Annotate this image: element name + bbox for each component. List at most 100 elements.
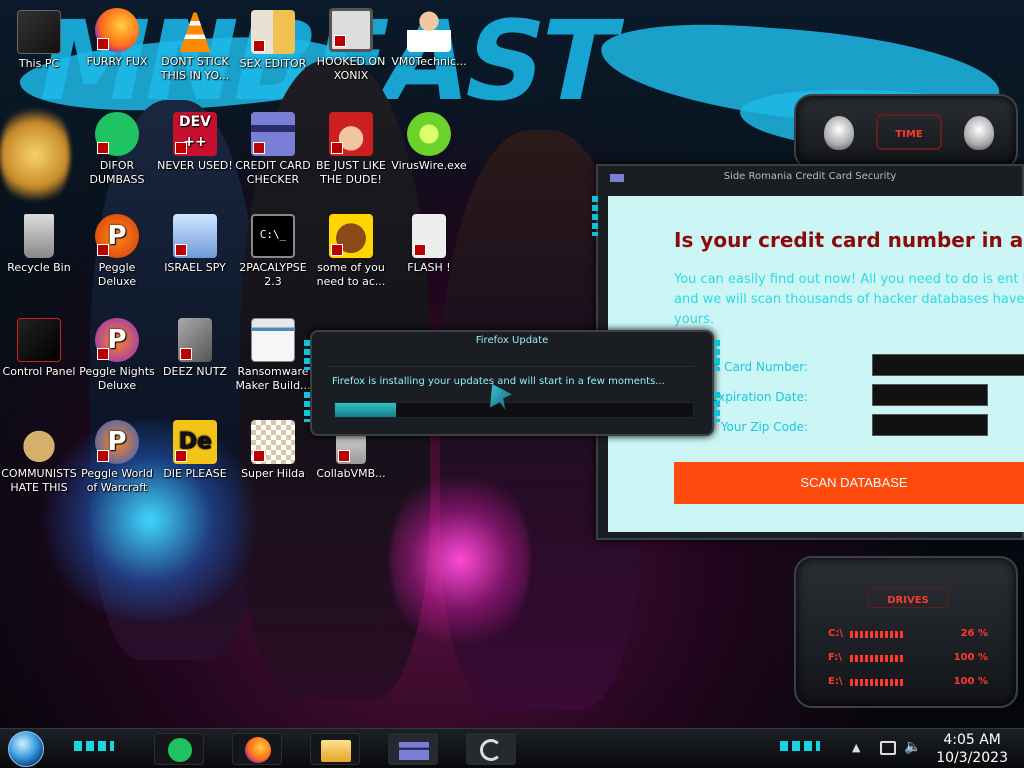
desktop-icon-die-please[interactable]: De DIE PLEASE (156, 420, 234, 481)
taskbar-accent-light (780, 741, 820, 751)
desktop-icon-difor-dumbass[interactable]: DIFOR DUMBASS (78, 112, 156, 187)
santa-dude-icon (329, 112, 373, 156)
drive-row: C:\ 26 % (828, 628, 988, 642)
clock-date: 10/3/2023 (936, 750, 1008, 766)
expiration-date-input[interactable] (872, 384, 988, 406)
zip-code-input[interactable] (872, 414, 988, 436)
desktop-icon-furry-fux[interactable]: FURRY FUX (78, 8, 156, 69)
chat-bubble-icon (168, 738, 192, 762)
desktop-icon-dont-stick[interactable]: DONT STICK THIS IN YO... (156, 8, 234, 83)
firefox-icon (245, 737, 271, 763)
time-gadget[interactable]: TIME (794, 94, 1018, 170)
update-progress-fill (335, 403, 396, 417)
chat-bubble-icon (95, 112, 139, 156)
taskbar-file-explorer[interactable] (310, 733, 360, 765)
desktop-icon-some-of-you[interactable]: some of you need to ac... (312, 214, 390, 289)
show-hidden-icons-chevron[interactable]: ▲ (852, 741, 866, 755)
peggle-icon: P (95, 214, 139, 258)
alien-head-icon (964, 116, 994, 150)
window-edge-light (304, 392, 310, 422)
start-button[interactable] (8, 731, 44, 767)
drive-letter: E:\ (828, 676, 843, 687)
desktop-icon-this-pc[interactable]: This PC (0, 10, 78, 71)
pixel-character-icon (251, 420, 295, 464)
drive-percent: 26 % (960, 628, 988, 639)
desktop-icon-vm0technic[interactable]: VM0Technic... (390, 8, 468, 69)
update-message: Firefox is installing your updates and w… (332, 376, 665, 387)
desktop-icon-be-just-like-the-dude[interactable]: BE JUST LIKE THE DUDE! (312, 112, 390, 187)
window-edge-light (714, 392, 720, 422)
desktop-icon-communists[interactable]: COMMUNISTS HATE THIS G... (0, 420, 78, 495)
drive-percent: 100 % (953, 652, 988, 663)
drives-gadget[interactable]: DRIVES C:\ 26 % F:\ 100 % E:\ 100 % (794, 556, 1018, 708)
desktop-icon-sex-editor[interactable]: SEX EDITOR (234, 10, 312, 71)
lime-icon (407, 112, 451, 156)
window-edge-light (592, 196, 598, 236)
recycle-bin-icon (24, 214, 54, 258)
desktop-icon-viruswire[interactable]: VirusWire.exe (390, 112, 468, 173)
flash-document-icon (412, 214, 446, 258)
credit-card-icon (399, 742, 429, 760)
taskbar-clock[interactable]: 4:05 AM 10/3/2023 (936, 731, 1008, 767)
window-titlebar[interactable]: Firefox Update (312, 332, 712, 350)
doctor-icon (407, 8, 451, 52)
desktop-icon-credit-card-checker[interactable]: CREDIT CARD CHECKER (234, 112, 312, 187)
peggle-nights-icon: P (95, 318, 139, 362)
folder-icon (321, 740, 351, 762)
drive-usage-stripes (850, 679, 904, 686)
network-icon[interactable] (880, 741, 896, 755)
devcpp-icon: DEV ++ (173, 112, 217, 156)
firefox-icon (95, 8, 139, 52)
taskbar-firefox[interactable] (232, 733, 282, 765)
money-bag-icon (17, 420, 61, 464)
time-gadget-label-frame: TIME (876, 114, 942, 150)
desktop-icon-peggle-deluxe[interactable]: P Peggle Deluxe (78, 214, 156, 289)
desktop-icon-hooked-on-xonix[interactable]: HOOKED ON XONIX (312, 8, 390, 83)
drive-percent: 100 % (953, 676, 988, 687)
taskbar-credit-card-checker[interactable] (388, 733, 438, 765)
desktop-icon-never-used[interactable]: DEV ++ NEVER USED! (156, 112, 234, 173)
credit-card-icon (251, 112, 295, 156)
desktop-icon-2pacalypse[interactable]: C:\_ 2PACALYPSE 2.3 (234, 214, 312, 289)
taskbar-chat-app[interactable] (154, 733, 204, 765)
refresh-icon (480, 739, 502, 761)
taskbar-firefox-update[interactable] (466, 733, 516, 765)
drive-letter: F:\ (828, 652, 842, 663)
desktop-icon-peggle-nights[interactable]: P Peggle Nights Deluxe (78, 318, 156, 393)
taskbar: ▲ 🔈 4:05 AM 10/3/2023 (0, 728, 1024, 768)
drive-usage-stripes (850, 655, 904, 662)
clock-time: 4:05 AM (943, 732, 1001, 748)
page-description: You can easily find out now! All you nee… (674, 272, 1024, 327)
hex-editor-icon (251, 10, 295, 54)
drives-gadget-label-frame: DRIVES (868, 588, 948, 608)
time-gadget-label: TIME (895, 129, 923, 140)
xonix-game-icon (329, 8, 373, 52)
window-app-icon (610, 174, 624, 182)
computer-icon (17, 10, 61, 54)
desktop-icon-flash[interactable]: FLASH ! (390, 214, 468, 275)
drives-gadget-label: DRIVES (887, 595, 929, 606)
window-titlebar[interactable]: Side Romania Credit Card Security (598, 166, 1022, 188)
command-prompt-icon: C:\_ (251, 214, 295, 258)
desktop-icon-israel-spy[interactable]: ISRAEL SPY (156, 214, 234, 275)
window-title: Firefox Update (475, 335, 549, 346)
drive-usage-stripes (850, 631, 904, 638)
volume-icon[interactable]: 🔈 (904, 739, 921, 755)
dog-icon (329, 214, 373, 258)
application-window-icon (251, 318, 295, 362)
desktop-icon-control-panel[interactable]: Control Panel (0, 318, 78, 379)
update-panel-divider (328, 366, 694, 367)
stacked-windows-icon (178, 318, 212, 362)
firefox-update-window[interactable]: Firefox Update Firefox is installing you… (304, 330, 720, 436)
desktop-icon-deez-nutz[interactable]: DEEZ NUTZ (156, 318, 234, 379)
desktop-icon-super-hilda[interactable]: Super Hilda (234, 420, 312, 481)
control-panel-icon (17, 318, 61, 362)
scan-database-button[interactable]: SCAN DATABASE (674, 462, 1024, 504)
vlc-cone-icon (179, 8, 211, 52)
peggle-wow-icon: P (95, 420, 139, 464)
desktop-icon-peggle-world-of-warcraft[interactable]: P Peggle World of Warcraft (78, 420, 156, 495)
desktop-icon-recycle-bin[interactable]: Recycle Bin (0, 214, 78, 275)
credit-card-number-input[interactable] (872, 354, 1024, 376)
desktop-icon-ransomware-maker[interactable]: Ransomware Maker Build... (234, 318, 312, 393)
window-title: Side Romania Credit Card Security (723, 171, 897, 182)
